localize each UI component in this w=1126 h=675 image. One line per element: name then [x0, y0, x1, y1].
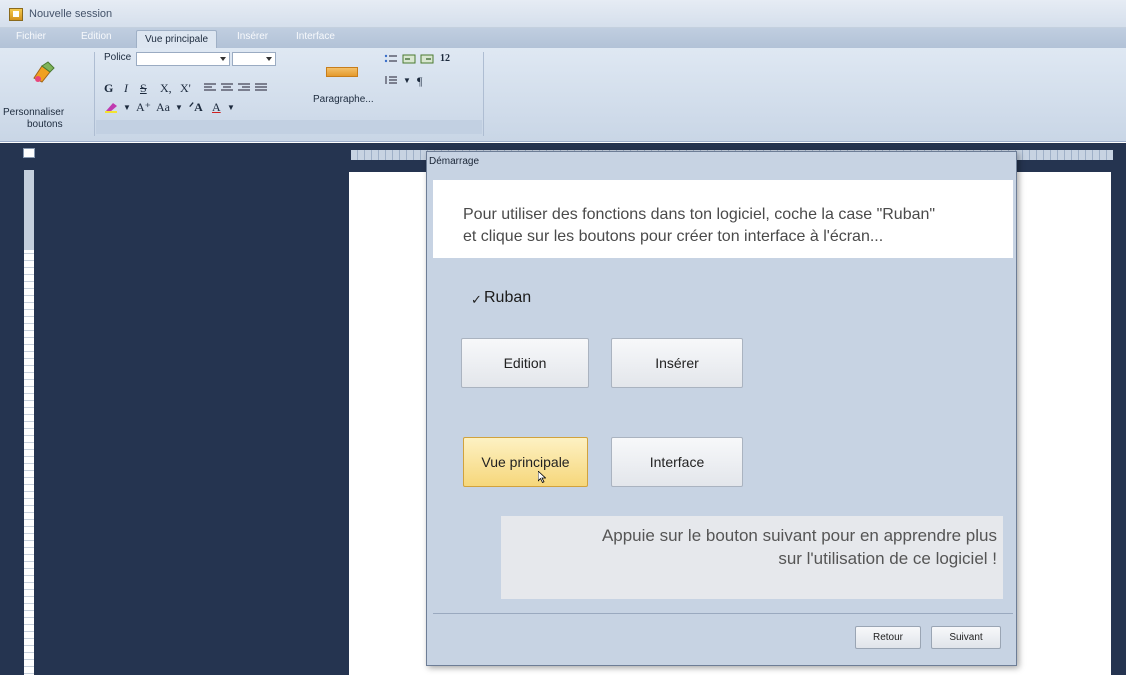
dialog-intro-text: Pour utiliser des fonctions dans ton log… [463, 204, 935, 248]
change-case-button[interactable]: Aa [156, 100, 170, 115]
vue-principale-button[interactable]: Vue principale [463, 437, 588, 487]
line-spacing-icon[interactable] [384, 75, 398, 85]
font-size-combo[interactable] [232, 52, 276, 66]
inserer-button-label: Insérer [655, 355, 699, 371]
back-button[interactable]: Retour [855, 626, 921, 649]
ribbon-separator [94, 52, 95, 136]
tab-edition[interactable]: Edition [81, 31, 112, 42]
dropdown-arrow-icon[interactable]: ▼ [123, 103, 131, 112]
customize-buttons-label-2[interactable]: boutons [27, 119, 63, 130]
align-right-icon[interactable] [237, 83, 251, 93]
italic-button[interactable]: I [124, 81, 128, 96]
startup-dialog: Démarrage Pour utiliser des fonctions da… [426, 151, 1017, 666]
info-line: sur l'utilisation de ce logiciel ! [778, 549, 997, 568]
next-button[interactable]: Suivant [931, 626, 1001, 649]
check-icon: ✓ [471, 292, 482, 307]
edition-button[interactable]: Edition [461, 338, 589, 388]
dialog-intro-panel: Pour utiliser des fonctions dans ton log… [433, 180, 1013, 258]
dropdown-arrow-icon[interactable]: ▼ [227, 103, 235, 112]
customize-buttons-label[interactable]: Personnaliser [3, 107, 64, 118]
font-color-icon[interactable]: A [212, 100, 221, 115]
window-title: Nouvelle session [29, 8, 113, 20]
interface-button-label: Interface [649, 454, 705, 470]
ribbon-tabs: Fichier Edition Vue principale Insérer I… [0, 28, 1126, 48]
app-icon [9, 8, 23, 21]
inserer-button[interactable]: Insérer [611, 338, 743, 388]
info-panel: Appuie sur le bouton suivant pour en app… [501, 516, 1003, 599]
tab-stop-selector[interactable] [23, 148, 35, 158]
font-name-combo[interactable] [136, 52, 230, 66]
ribbon-separator [483, 52, 484, 136]
ribbon-group-footer [96, 120, 482, 134]
highlighter-icon[interactable] [104, 101, 120, 113]
intro-line: et clique sur les boutons pour créer ton… [463, 228, 884, 245]
tab-vue-principale[interactable]: Vue principale [136, 30, 218, 48]
intro-line: Pour utiliser des fonctions dans ton log… [463, 206, 936, 223]
dialog-title: Démarrage [429, 156, 480, 167]
chevron-down-icon [220, 57, 226, 61]
dropdown-arrow-icon[interactable]: ▼ [403, 76, 411, 85]
title-bar: Nouvelle session [0, 0, 1126, 28]
grow-font-icon[interactable]: A⁺ [136, 100, 151, 115]
tab-inserer[interactable]: Insérer [237, 31, 268, 42]
superscript-button[interactable]: X' [180, 81, 191, 96]
pilcrow-icon[interactable]: ¶ [417, 74, 422, 89]
font-label: Police [104, 52, 132, 63]
vue-principale-button-label: Vue principale [481, 454, 570, 470]
dialog-divider [433, 613, 1013, 614]
interface-button[interactable]: Interface [611, 437, 743, 487]
subscript-button[interactable]: X, [160, 81, 172, 96]
font-size-number[interactable]: 12 [440, 53, 450, 64]
info-line: Appuie sur le bouton suivant pour en app… [601, 526, 997, 545]
text-effect-icon[interactable]: ᐟA [189, 100, 203, 115]
increase-indent-icon[interactable] [420, 54, 434, 64]
paragraph-icon[interactable] [326, 67, 358, 77]
strikethrough-button[interactable]: S [140, 81, 147, 96]
align-center-icon[interactable] [220, 83, 234, 93]
align-left-icon[interactable] [203, 83, 217, 93]
justify-icon[interactable] [254, 83, 268, 93]
info-text: Appuie sur le bouton suivant pour en app… [602, 524, 997, 570]
bold-button[interactable]: G [104, 81, 113, 96]
brush-icon[interactable] [30, 60, 58, 84]
bullet-list-icon[interactable] [384, 54, 398, 64]
paragraph-button[interactable]: Paragraphe... [313, 94, 374, 105]
dropdown-arrow-icon[interactable]: ▼ [175, 103, 183, 112]
tab-interface[interactable]: Interface [296, 31, 335, 42]
edition-button-label: Edition [503, 355, 547, 371]
mouse-cursor-icon [538, 471, 546, 483]
tab-fichier[interactable]: Fichier [16, 31, 46, 42]
ruban-checkbox-label: Ruban [484, 289, 532, 306]
decrease-indent-icon[interactable] [402, 54, 416, 64]
vertical-ruler-margin [24, 170, 34, 250]
chevron-down-icon [266, 57, 272, 61]
